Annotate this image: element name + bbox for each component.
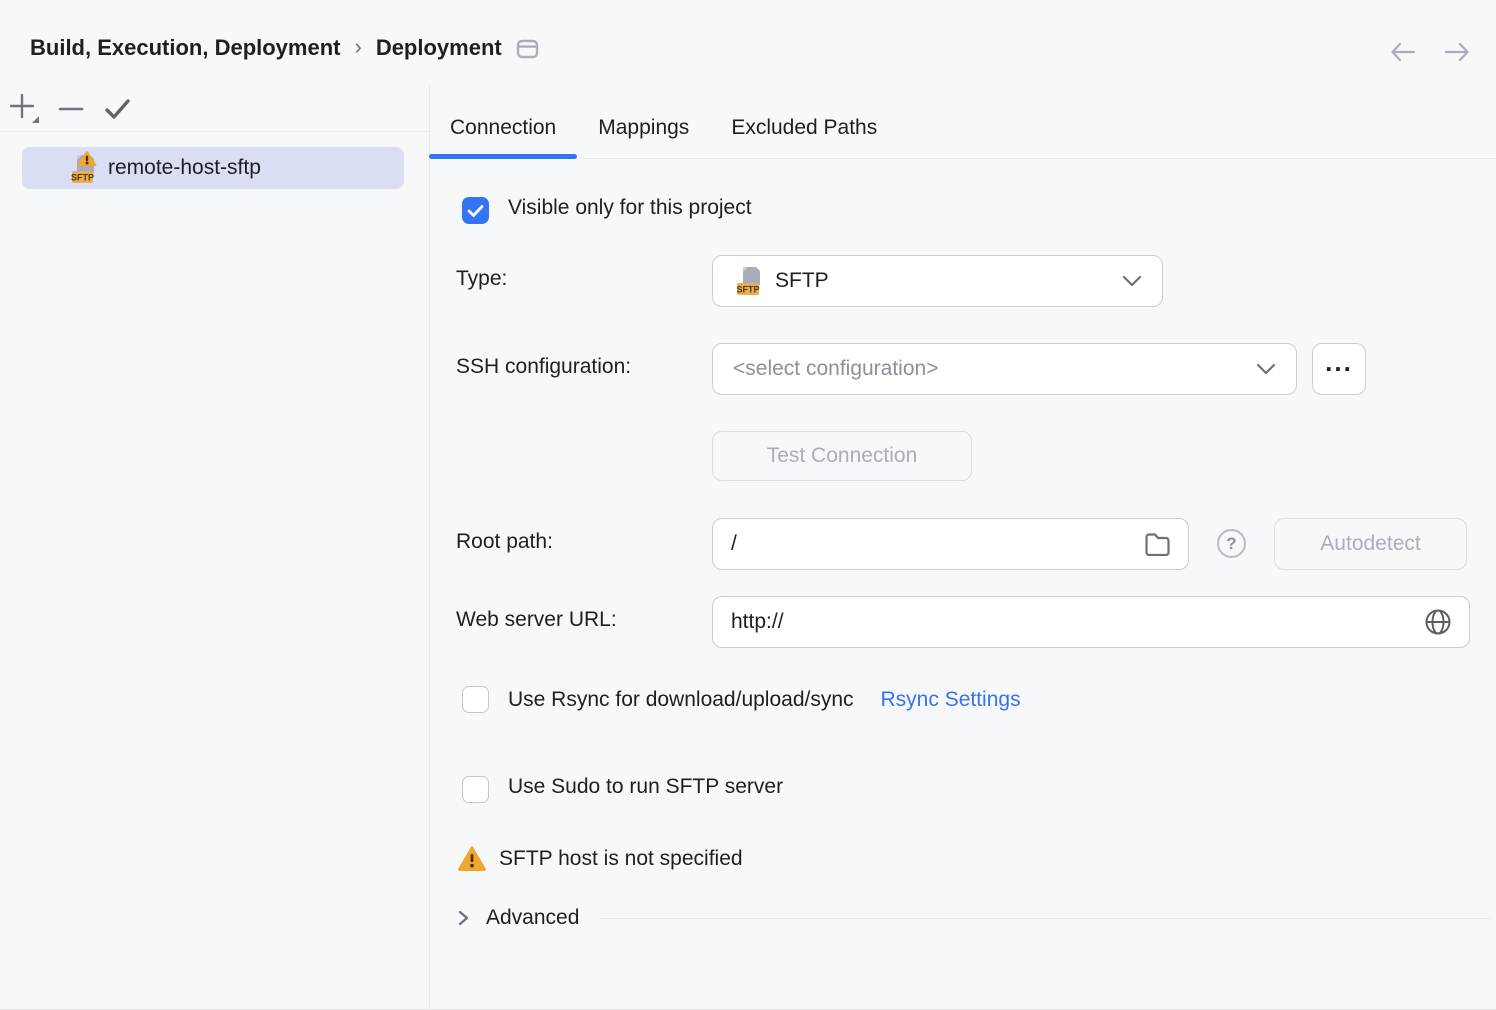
- sftp-type-icon: SFTP: [733, 265, 763, 297]
- web-server-url-label: Web server URL:: [456, 608, 617, 632]
- panel-divider: [429, 86, 430, 1009]
- breadcrumb-separator-icon: ›: [354, 34, 361, 60]
- svg-text:SFTP: SFTP: [736, 285, 759, 295]
- advanced-expander[interactable]: Advanced: [456, 906, 1490, 930]
- settings-dialog: Build, Execution, Deployment › Deploymen…: [0, 0, 1496, 1010]
- ssh-browse-button[interactable]: ...: [1312, 343, 1366, 395]
- web-server-url-input[interactable]: [712, 596, 1470, 648]
- add-server-button[interactable]: [8, 92, 42, 126]
- breadcrumb-parent[interactable]: Build, Execution, Deployment: [30, 35, 340, 61]
- advanced-label: Advanced: [486, 906, 579, 930]
- use-sudo-label[interactable]: Use Sudo to run SFTP server: [508, 775, 783, 799]
- warning-message: SFTP host is not specified: [499, 847, 743, 871]
- use-sudo-checkbox[interactable]: [462, 776, 489, 803]
- root-path-label: Root path:: [456, 530, 553, 554]
- visible-only-checkbox[interactable]: [462, 197, 489, 224]
- root-path-help-icon[interactable]: ?: [1217, 529, 1246, 558]
- server-list-toolbar: [8, 92, 134, 126]
- tab-excluded-paths[interactable]: Excluded Paths: [710, 97, 898, 158]
- server-name: remote-host-sftp: [108, 156, 261, 180]
- root-path-input[interactable]: [712, 518, 1189, 570]
- back-arrow-icon[interactable]: [1388, 38, 1418, 66]
- remove-server-button[interactable]: [54, 92, 88, 126]
- use-as-default-check-button[interactable]: [100, 92, 134, 126]
- tab-connection[interactable]: Connection: [429, 97, 577, 158]
- breadcrumb-current: Deployment: [376, 35, 502, 61]
- visible-only-label[interactable]: Visible only for this project: [508, 196, 752, 220]
- history-nav: [1388, 38, 1472, 66]
- warning-triangle-icon: [458, 846, 486, 872]
- ssh-configuration-select[interactable]: <select configuration>: [712, 343, 1297, 395]
- toolbar-separator: [0, 131, 429, 132]
- ssh-configuration-label: SSH configuration:: [456, 355, 631, 379]
- type-value: SFTP: [775, 269, 829, 293]
- advanced-divider: [599, 918, 1490, 919]
- project-settings-indicator-icon: [516, 39, 539, 59]
- chevron-down-icon: [1122, 275, 1142, 287]
- forward-arrow-icon[interactable]: [1442, 38, 1472, 66]
- rsync-settings-link[interactable]: Rsync Settings: [881, 688, 1021, 712]
- autodetect-button[interactable]: Autodetect: [1274, 518, 1467, 570]
- validation-warning: SFTP host is not specified: [458, 846, 743, 872]
- rsync-row: Use Rsync for download/upload/sync Rsync…: [508, 685, 1021, 715]
- sftp-server-warning-icon: SFTP: [66, 151, 98, 185]
- chevron-down-icon: [1256, 363, 1276, 375]
- svg-text:SFTP: SFTP: [71, 173, 94, 183]
- test-connection-button[interactable]: Test Connection: [712, 431, 972, 481]
- type-label: Type:: [456, 267, 507, 291]
- ssh-configuration-placeholder: <select configuration>: [733, 357, 938, 381]
- breadcrumb: Build, Execution, Deployment › Deploymen…: [30, 30, 539, 66]
- chevron-right-icon: [456, 909, 470, 927]
- use-rsync-label[interactable]: Use Rsync for download/upload/sync: [508, 688, 854, 712]
- tab-mappings[interactable]: Mappings: [577, 97, 710, 158]
- open-in-browser-globe-icon[interactable]: [1424, 608, 1452, 636]
- deployment-tabs: Connection Mappings Excluded Paths: [429, 97, 1496, 159]
- type-select[interactable]: SFTP SFTP: [712, 255, 1163, 307]
- folder-browse-icon[interactable]: [1144, 532, 1171, 556]
- server-list-item-remote-host-sftp[interactable]: SFTP remote-host-sftp: [22, 147, 404, 189]
- use-rsync-checkbox[interactable]: [462, 686, 489, 713]
